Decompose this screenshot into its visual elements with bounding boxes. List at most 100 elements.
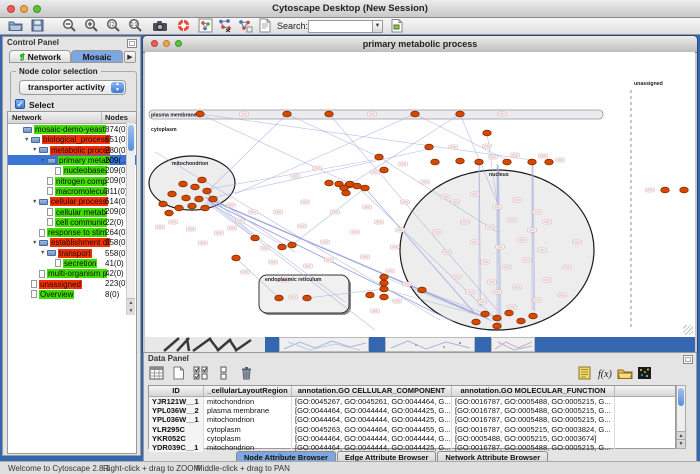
tree-row[interactable]: ▼primary metabol209(...: [8, 155, 136, 165]
open-session-button[interactable]: [8, 18, 25, 33]
network-node[interactable]: [505, 310, 514, 316]
resize-grip[interactable]: [683, 325, 693, 335]
zoom-in-button[interactable]: [84, 18, 101, 33]
vizmapper-button[interactable]: [198, 18, 215, 33]
column-header[interactable]: _cellularLayoutRegion: [204, 386, 292, 396]
column-header[interactable]: annotation.GO MOLECULAR_FUNCTION: [452, 386, 615, 396]
tree-row[interactable]: secretion41(0): [8, 258, 136, 268]
tree-row[interactable]: Overview8(0): [8, 289, 136, 299]
node-color-dropdown[interactable]: transporter activity ▲▼: [19, 80, 126, 95]
unselect-attributes-button[interactable]: [216, 366, 233, 382]
expand-arrow-icon[interactable]: ▼: [40, 158, 47, 164]
new-attribute-button[interactable]: [170, 366, 187, 382]
network-node[interactable]: [283, 111, 292, 117]
network-node[interactable]: [275, 295, 284, 301]
column-header[interactable]: annotation.GO CELLULAR_COMPONENT: [292, 386, 452, 396]
select-nodes-checkbox[interactable]: ✓: [15, 99, 25, 109]
network-node[interactable]: [353, 183, 362, 189]
network-node[interactable]: [493, 315, 502, 321]
tree-row[interactable]: response to stimul264(0): [8, 227, 136, 237]
network-node[interactable]: [456, 111, 465, 117]
attribute-table-button[interactable]: [148, 366, 165, 382]
column-header[interactable]: ID: [149, 386, 204, 396]
expand-arrow-icon[interactable]: ▼: [32, 199, 39, 205]
import-attributes-button[interactable]: [616, 366, 633, 382]
search-dropdown-arrow[interactable]: ▼: [372, 20, 383, 33]
tree-row[interactable]: ▼metabolic process280(0): [8, 145, 136, 155]
layout-button-2[interactable]: [237, 18, 254, 33]
network-node[interactable]: [182, 195, 191, 201]
network-node[interactable]: [380, 294, 389, 300]
network-node[interactable]: [380, 274, 389, 280]
network-node[interactable]: [159, 201, 168, 207]
network-node[interactable]: [196, 111, 205, 117]
function-builder-button[interactable]: f(x): [596, 366, 613, 382]
network-node[interactable]: [483, 130, 492, 136]
network-node[interactable]: [503, 159, 512, 165]
network-node[interactable]: [472, 319, 481, 325]
network-node[interactable]: [325, 111, 334, 117]
network-node[interactable]: [191, 184, 200, 190]
plugin-manager-button[interactable]: [390, 18, 407, 33]
network-node[interactable]: [411, 111, 420, 117]
network-canvas[interactable]: plasma membranecytoplasmmitochondrionnuc…: [145, 52, 695, 337]
tree-row[interactable]: multi-organism pro42(0): [8, 268, 136, 278]
layout-button-1[interactable]: [217, 18, 234, 33]
network-node[interactable]: [361, 185, 370, 191]
zoom-selected-button[interactable]: [106, 18, 123, 33]
network-node[interactable]: [380, 286, 389, 292]
tab-network[interactable]: ❡Network: [9, 50, 71, 63]
network-node[interactable]: [375, 154, 384, 160]
expand-arrow-icon[interactable]: ▼: [40, 250, 47, 256]
delete-attribute-button[interactable]: [238, 366, 255, 382]
network-node[interactable]: [201, 205, 210, 211]
tree-row[interactable]: nucleobase-209(0): [8, 165, 136, 175]
tree-row[interactable]: unassigned223(0): [8, 278, 136, 288]
network-node[interactable]: [493, 323, 502, 329]
tree-scrollbar-thumb[interactable]: [128, 125, 134, 151]
more-tabs-arrow[interactable]: ▶: [124, 51, 136, 63]
network-node[interactable]: [251, 235, 260, 241]
network-node[interactable]: [661, 187, 670, 193]
network-node[interactable]: [209, 196, 218, 202]
network-node[interactable]: [325, 180, 334, 186]
expand-arrow-icon[interactable]: ▼: [32, 240, 39, 246]
table-row[interactable]: YLR295Ccytoplasm[GO:0045263, GO:0044464,…: [149, 425, 675, 434]
snapshot-button[interactable]: [152, 18, 169, 33]
network-node[interactable]: [179, 181, 188, 187]
network-node[interactable]: [195, 196, 204, 202]
network-node[interactable]: [366, 292, 375, 298]
network-node[interactable]: [545, 159, 554, 165]
table-scrollbar-thumb[interactable]: [678, 388, 684, 406]
network-node[interactable]: [232, 255, 241, 261]
network-node[interactable]: [303, 295, 312, 301]
float-panel-icon[interactable]: [683, 355, 693, 364]
network-node[interactable]: [380, 167, 389, 173]
tree-row[interactable]: ▼transport558(0): [8, 248, 136, 258]
network-node[interactable]: [418, 287, 427, 293]
network-node[interactable]: [168, 191, 177, 197]
annotation-button[interactable]: [258, 18, 275, 33]
network-node[interactable]: [456, 158, 465, 164]
select-attributes-button[interactable]: [192, 366, 209, 382]
tree-scrollbar[interactable]: ▲▼: [126, 123, 135, 315]
tree-row[interactable]: cellular metabol209(0): [8, 206, 136, 216]
tree-row[interactable]: ▼cellular process614(0): [8, 196, 136, 206]
scroll-down-button[interactable]: ▼: [677, 439, 685, 448]
network-node[interactable]: [198, 177, 207, 183]
network-node[interactable]: [425, 144, 434, 150]
table-row[interactable]: YKR052Ccytoplasm[GO:0044464, GO:0044444,…: [149, 434, 675, 443]
network-node[interactable]: [203, 188, 212, 194]
float-panel-icon[interactable]: [127, 39, 137, 48]
network-node[interactable]: [529, 313, 538, 319]
table-row[interactable]: YPL036W__2plasma membrane[GO:0044464, GO…: [149, 406, 675, 415]
expand-arrow-icon[interactable]: ▼: [24, 137, 31, 143]
table-scrollbar[interactable]: ▲ ▼: [676, 385, 686, 449]
table-row[interactable]: YJR121W__1mitochondrion[GO:0045267, GO:0…: [149, 397, 675, 406]
network-node[interactable]: [517, 318, 526, 324]
network-node[interactable]: [680, 187, 689, 193]
zoom-out-button[interactable]: [62, 18, 79, 33]
network-node[interactable]: [528, 159, 537, 165]
tree-row[interactable]: macromolecule311(0): [8, 186, 136, 196]
table-row[interactable]: YPL036W__1mitochondrion[GO:0044464, GO:0…: [149, 415, 675, 424]
